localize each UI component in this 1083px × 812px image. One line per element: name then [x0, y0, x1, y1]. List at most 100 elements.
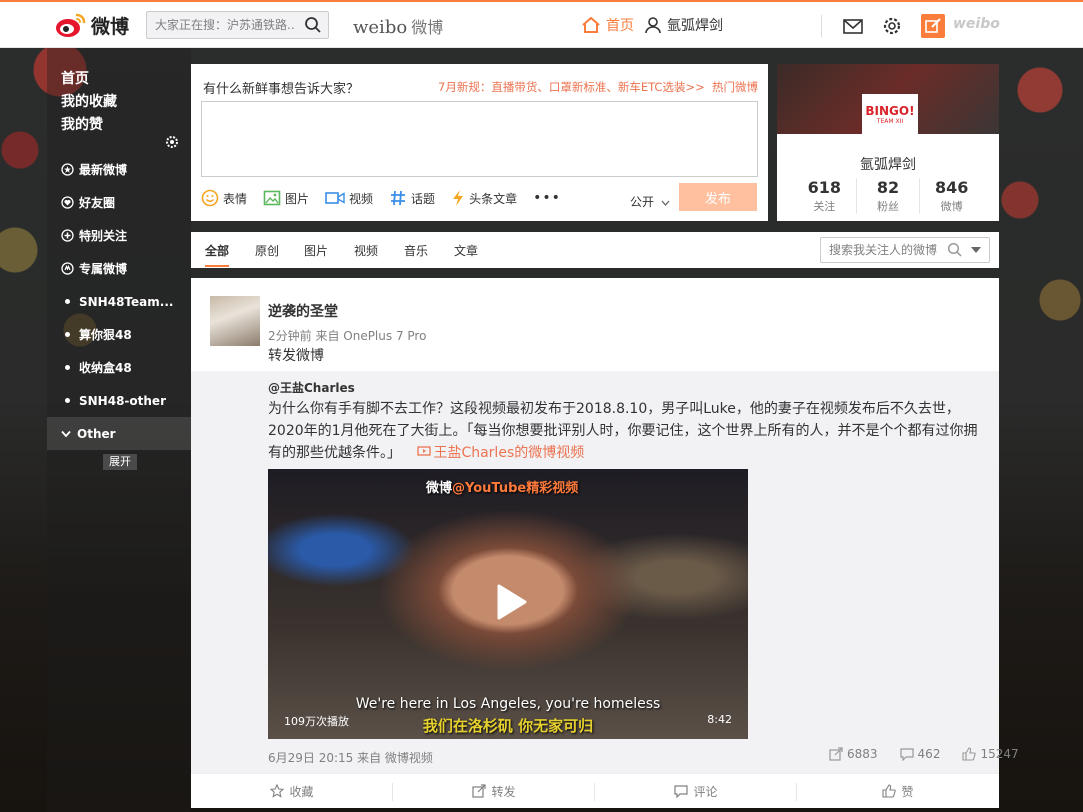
- hot-weibo-link[interactable]: 热门微博: [712, 79, 758, 95]
- logo-text: 微博: [91, 15, 130, 38]
- caret-down-icon[interactable]: [971, 247, 981, 253]
- tool-label: 表情: [223, 191, 248, 206]
- post-author[interactable]: 逆袭的圣堂: [268, 301, 338, 321]
- sidebar-item-suannihen48[interactable]: 算你狠48: [47, 318, 191, 351]
- sidebar-item-special[interactable]: 特别关注: [47, 219, 191, 252]
- sidebar-item-other[interactable]: Other: [47, 417, 191, 450]
- tool-topic[interactable]: 话题: [389, 189, 435, 207]
- share-icon: [829, 747, 843, 761]
- add-icon: [61, 229, 74, 242]
- tool-video[interactable]: 视频: [325, 190, 373, 207]
- sidebar-item-shounahe48[interactable]: 收纳盒48: [47, 351, 191, 384]
- top-navigation-bar: 微博 weibo微博 首页 氩弧焊剑: [0, 0, 1083, 48]
- star-icon: [61, 163, 74, 176]
- search-input[interactable]: [147, 18, 295, 32]
- profile-name[interactable]: 氩弧焊剑: [777, 154, 999, 174]
- sidebar-link-favorites[interactable]: 我的收藏: [61, 91, 117, 114]
- nav-home-link[interactable]: 首页: [581, 15, 634, 35]
- stat-number: 618: [807, 178, 842, 197]
- bullet-icon: [65, 365, 70, 370]
- feed-search-input[interactable]: [821, 243, 943, 257]
- sidebar-item-snh48team[interactable]: SNH48Team...: [47, 285, 191, 318]
- tool-label: 头条文章: [469, 191, 518, 206]
- wordmark-en: weibo: [353, 17, 408, 38]
- sidebar-link-home[interactable]: 首页: [61, 68, 117, 91]
- repost-time[interactable]: 6月29日 20:15 来自 微博视频: [268, 749, 433, 766]
- compose-button[interactable]: [921, 14, 945, 38]
- thumb-up-icon: [962, 747, 977, 761]
- sidebar-settings-icon[interactable]: [165, 135, 179, 149]
- sidebar-expand-button[interactable]: 展开: [103, 454, 137, 470]
- nav-user-label: 氩弧焊剑: [667, 18, 723, 34]
- sidebar-item-exclusive[interactable]: 专属微博: [47, 252, 191, 285]
- sidebar-item-label: 专属微博: [79, 262, 128, 276]
- hashtag-icon: [391, 190, 406, 206]
- visibility-select[interactable]: 公开: [630, 193, 670, 210]
- mail-icon[interactable]: [842, 15, 864, 37]
- thumb-up-icon: [882, 784, 897, 798]
- action-label: 转发: [491, 784, 516, 799]
- weibo-logo[interactable]: 微博: [55, 11, 129, 39]
- search-icon[interactable]: [304, 16, 322, 34]
- sidebar-link-likes[interactable]: 我的赞: [61, 114, 117, 137]
- tab-all[interactable]: 全部: [205, 242, 230, 267]
- video-duration: 8:42: [707, 713, 732, 726]
- watermark-accent: @YouTube精彩视频: [452, 481, 579, 496]
- action-repost[interactable]: 转发: [393, 774, 595, 808]
- sidebar-item-friends[interactable]: 好友圈: [47, 186, 191, 219]
- avatar-subtext: TEAM XII: [876, 117, 904, 125]
- stat-label: 关注: [813, 200, 836, 213]
- sidebar-item-snh48-other[interactable]: SNH48-other: [47, 384, 191, 417]
- author-avatar[interactable]: [210, 296, 260, 346]
- publish-button[interactable]: 发布: [679, 183, 757, 211]
- stat-posts[interactable]: 846 微博: [920, 178, 983, 214]
- stat-followers[interactable]: 82 粉丝: [857, 178, 921, 214]
- more-tools-button[interactable]: •••: [533, 190, 561, 206]
- bullet-icon: [65, 299, 70, 304]
- publish-toolbar: 表情 图片 视频 话题 头条文章 •••: [201, 189, 561, 207]
- weibo-brand-text: weibo: [953, 16, 1000, 32]
- publish-textarea[interactable]: [201, 101, 758, 177]
- sidebar-item-label: 好友圈: [79, 196, 116, 210]
- action-comment[interactable]: 评论: [595, 774, 797, 808]
- repost-stats: 6883 462 15247: [807, 747, 1019, 761]
- video-player[interactable]: 微博@YouTube精彩视频 We're here in Los Angeles…: [268, 469, 748, 739]
- tab-articles[interactable]: 文章: [454, 242, 478, 259]
- repost-share-count[interactable]: 6883: [829, 747, 878, 761]
- repost-author[interactable]: @王盐Charles: [268, 379, 355, 396]
- news-link[interactable]: 7月新规：直播带货、口罩新标准、新车ETC选装>>: [438, 79, 705, 95]
- sidebar-item-label: Other: [77, 426, 116, 441]
- tab-images[interactable]: 图片: [304, 242, 328, 259]
- repost-video-link[interactable]: 王盐Charles的微博视频: [405, 445, 584, 461]
- tool-label: 视频: [349, 191, 374, 206]
- emoji-icon: [201, 189, 219, 207]
- stat-following[interactable]: 618 关注: [793, 178, 857, 214]
- pencil-icon: [925, 18, 941, 33]
- tab-original[interactable]: 原创: [255, 242, 279, 259]
- profile-stats: 618 关注 82 粉丝 846 微博: [793, 178, 983, 214]
- tool-emoji[interactable]: 表情: [201, 189, 247, 207]
- gear-icon[interactable]: [881, 15, 903, 37]
- tool-image[interactable]: 图片: [263, 189, 309, 207]
- tab-videos[interactable]: 视频: [354, 242, 378, 259]
- play-icon[interactable]: [489, 581, 531, 623]
- action-like[interactable]: 赞: [797, 774, 999, 808]
- search-icon[interactable]: [947, 242, 963, 258]
- action-label: 评论: [693, 784, 718, 799]
- comment-icon: [674, 785, 689, 798]
- repost-like-count[interactable]: 15247: [962, 747, 1019, 761]
- avatar[interactable]: BINGO! TEAM XII: [862, 94, 918, 134]
- avatar-text: BINGO!: [865, 103, 915, 118]
- stat-number: 82: [876, 178, 900, 197]
- repost-comment-count[interactable]: 462: [899, 747, 940, 761]
- home-icon: [582, 16, 600, 33]
- bullet-icon: [65, 398, 70, 403]
- stat-number: 846: [934, 178, 969, 197]
- tab-music[interactable]: 音乐: [404, 242, 428, 259]
- nav-user-link[interactable]: 氩弧焊剑: [644, 15, 723, 35]
- action-favorite[interactable]: 收藏: [191, 774, 393, 808]
- tool-article[interactable]: 头条文章: [451, 189, 517, 207]
- sidebar-item-label: 最新微博: [79, 163, 128, 177]
- article-icon: [453, 190, 464, 206]
- sidebar-item-latest[interactable]: 最新微博: [47, 153, 191, 186]
